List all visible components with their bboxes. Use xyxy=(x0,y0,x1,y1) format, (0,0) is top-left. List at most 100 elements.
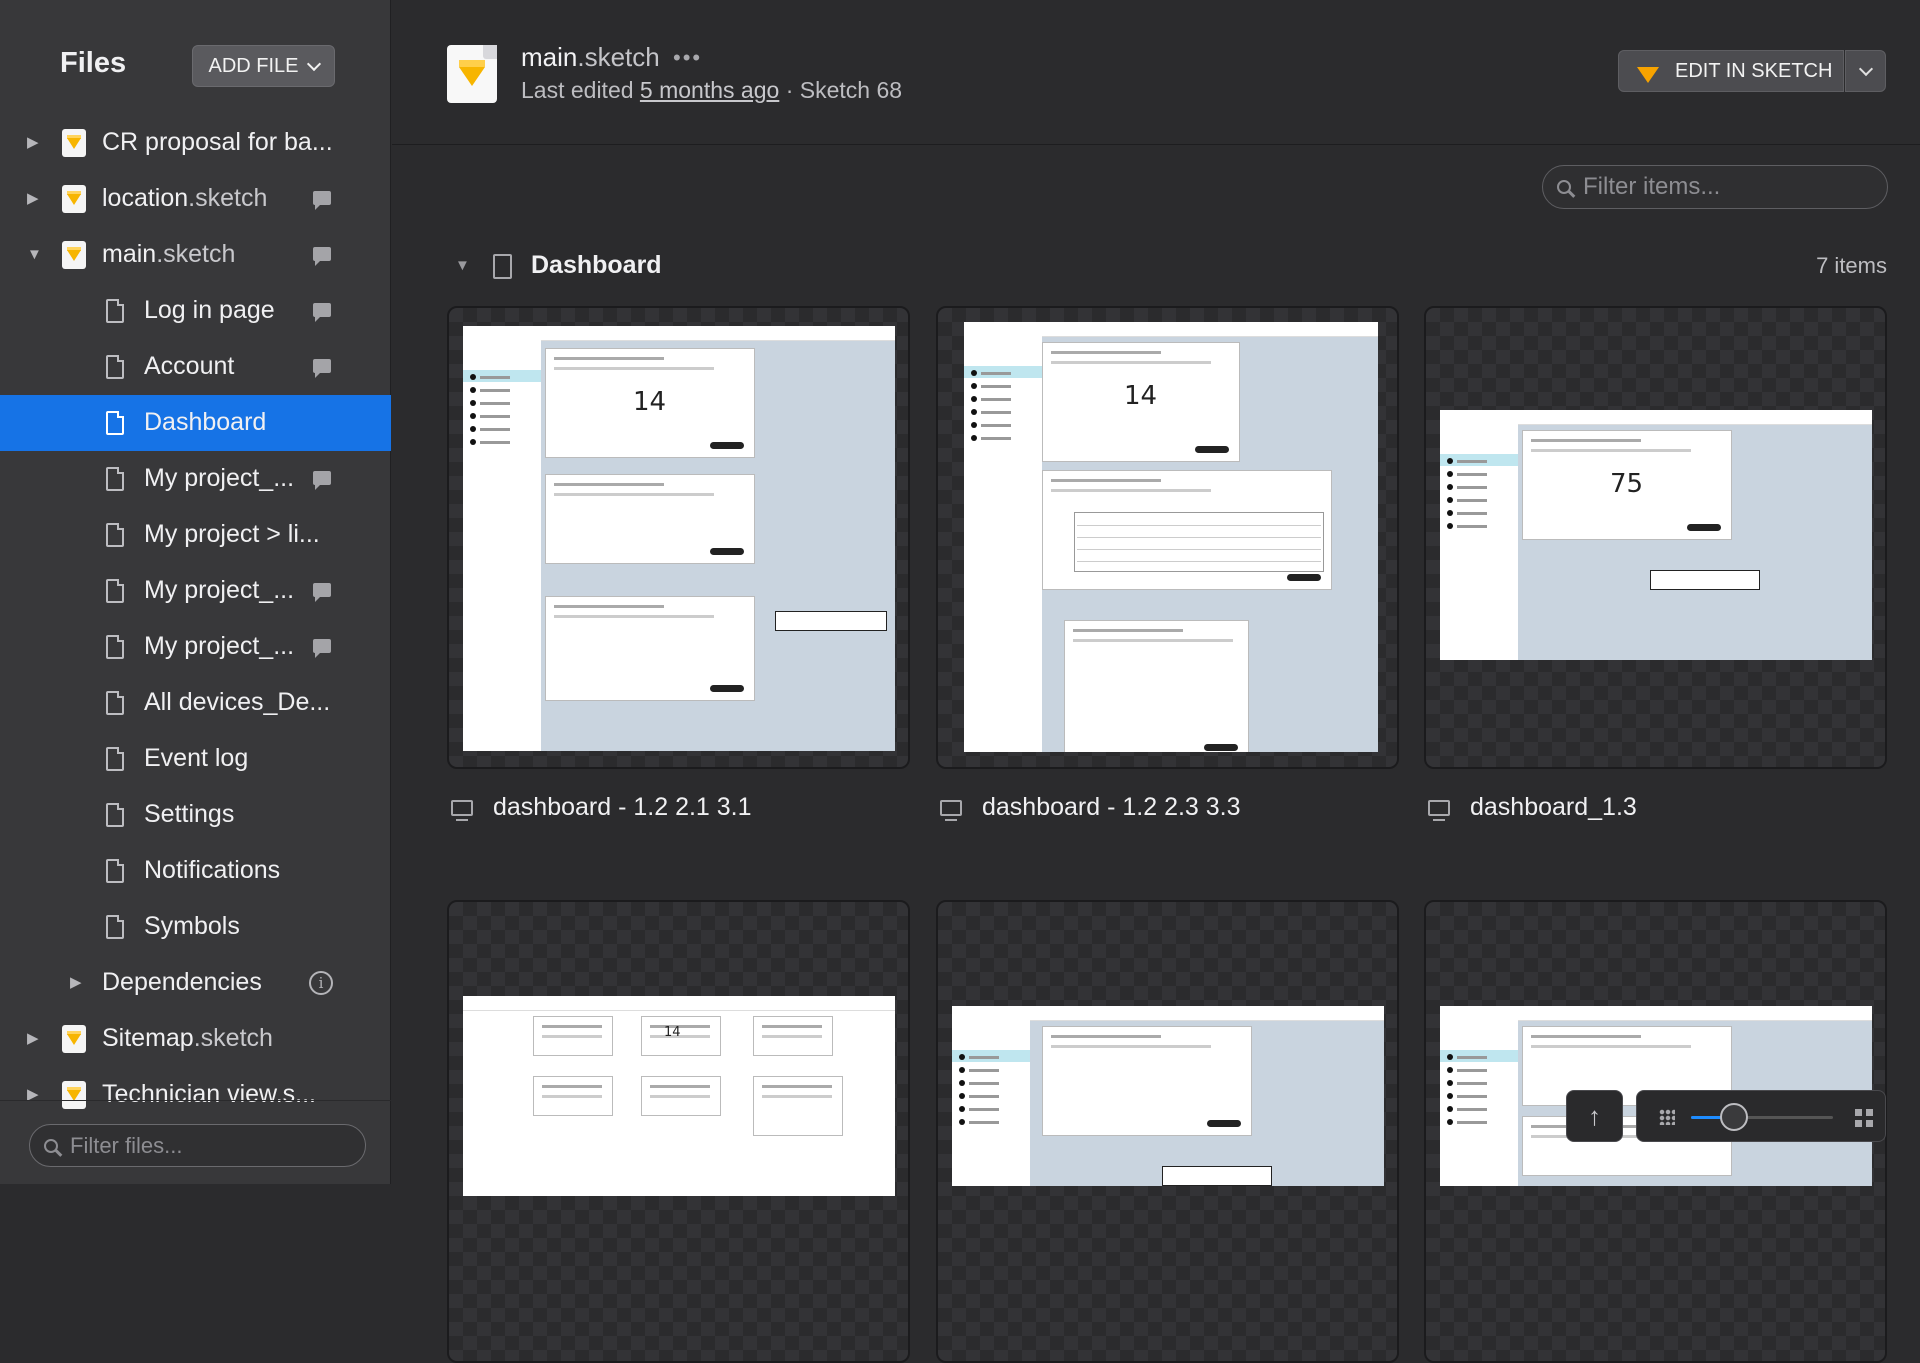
comment-icon[interactable] xyxy=(313,247,331,266)
sidebar-divider xyxy=(0,1100,391,1101)
item-name: Account xyxy=(144,352,235,380)
sidebar-item[interactable]: ▶ Dependencies i xyxy=(0,955,391,1011)
page-icon xyxy=(106,635,124,659)
search-icon xyxy=(44,1138,58,1153)
preview-topbar xyxy=(463,996,895,1011)
preview-topbar xyxy=(1440,1006,1872,1021)
preview-metric: 14 xyxy=(633,387,667,417)
sidebar-item[interactable]: Log in page xyxy=(0,283,391,339)
sidebar-item[interactable]: My project_... xyxy=(0,619,391,675)
caret-down-icon[interactable]: ▼ xyxy=(27,247,43,263)
filter-items-field[interactable] xyxy=(1542,165,1888,209)
document-ext: .sketch xyxy=(577,42,660,72)
preview-nav xyxy=(463,340,541,751)
edit-options-dropdown[interactable] xyxy=(1845,50,1886,92)
comment-icon[interactable] xyxy=(313,583,331,602)
filter-files-input[interactable] xyxy=(68,1131,322,1160)
item-name: My project_... xyxy=(144,632,295,660)
document-meta: Last edited 5 months ago · Sketch 68 xyxy=(521,77,902,104)
comment-icon[interactable] xyxy=(313,639,331,658)
item-name: Notifications xyxy=(144,856,281,884)
preview-topbar xyxy=(1440,410,1872,425)
sidebar-item-label: Symbols xyxy=(144,912,240,941)
sketch-version: Sketch 68 xyxy=(799,77,903,103)
preview-card: 14 xyxy=(1042,342,1240,462)
sidebar-item[interactable]: Symbols xyxy=(0,899,391,955)
caret-right-icon[interactable]: ▶ xyxy=(27,1031,43,1047)
artboard-thumbnail[interactable]: 14 xyxy=(447,900,910,1363)
item-name: My project_... xyxy=(144,464,295,492)
last-edited-link[interactable]: 5 months ago xyxy=(640,77,779,103)
sidebar-item-label: Technician view.s... xyxy=(102,1080,316,1109)
preview-metric: 14 xyxy=(664,1025,681,1040)
comment-icon[interactable] xyxy=(313,303,331,322)
sidebar-item[interactable]: Account xyxy=(0,339,391,395)
more-options-icon[interactable]: ••• xyxy=(673,45,702,71)
sidebar-item-label: Notifications xyxy=(144,856,280,885)
comment-icon[interactable] xyxy=(313,471,331,490)
sidebar-item-label: main.sketch xyxy=(102,240,235,269)
artboard-thumbnail[interactable]: 75 xyxy=(1424,306,1887,769)
edit-in-sketch-button[interactable]: EDIT IN SKETCH xyxy=(1618,50,1844,92)
comment-icon[interactable] xyxy=(313,359,331,378)
sidebar-item[interactable]: My project > li... xyxy=(0,507,391,563)
preview-card: 75 xyxy=(1522,430,1732,540)
small-grid-icon[interactable] xyxy=(1659,1109,1675,1125)
page-icon xyxy=(106,355,124,379)
item-name: Log in page xyxy=(144,296,275,324)
preview-topbar xyxy=(952,1006,1384,1021)
artboard-caption[interactable]: dashboard_1.3 xyxy=(1428,793,1637,822)
chevron-down-icon xyxy=(306,56,321,71)
item-name: Settings xyxy=(144,800,235,828)
sidebar-item[interactable]: Dashboard xyxy=(0,395,391,451)
item-name: location xyxy=(102,184,189,212)
sidebar-item[interactable]: ▶ CR proposal for ba... xyxy=(0,115,391,171)
arrow-up-icon: ↑ xyxy=(1588,1100,1601,1131)
document-title: main.sketch xyxy=(521,42,660,73)
artboard-name: dashboard_1.3 xyxy=(1470,793,1637,821)
artboard-name: dashboard - 1.2 2.3 3.3 xyxy=(982,793,1241,821)
sidebar-item[interactable]: Settings xyxy=(0,787,391,843)
sidebar-item[interactable]: ▶ Technician view.s... xyxy=(0,1067,391,1123)
item-name: Event log xyxy=(144,744,249,772)
add-file-button[interactable]: ADD FILE xyxy=(192,45,335,87)
preview-card: 14 xyxy=(641,1016,721,1056)
meta-separator: · xyxy=(785,77,794,103)
sidebar-item[interactable]: ▶ location.sketch xyxy=(0,171,391,227)
large-grid-icon[interactable] xyxy=(1855,1109,1873,1127)
header-divider xyxy=(392,144,1920,145)
add-file-label: ADD FILE xyxy=(208,54,299,77)
comment-icon[interactable] xyxy=(313,191,331,210)
sketch-file-icon xyxy=(62,1025,86,1053)
preview-nav xyxy=(952,1020,1030,1186)
caret-right-icon[interactable]: ▶ xyxy=(27,135,43,151)
sidebar-item-label: Event log xyxy=(144,744,248,773)
filter-files-field[interactable] xyxy=(29,1124,366,1167)
collapse-caret-icon[interactable]: ▼ xyxy=(455,257,470,274)
sidebar-item-label: CR proposal for ba... xyxy=(102,128,333,157)
sidebar-item[interactable]: Event log xyxy=(0,731,391,787)
info-icon[interactable]: i xyxy=(309,971,333,995)
artboard-thumbnail[interactable]: 14 xyxy=(936,306,1399,769)
artboard-preview xyxy=(952,1006,1384,1186)
sidebar-item[interactable]: Notifications xyxy=(0,843,391,899)
caret-right-icon[interactable]: ▶ xyxy=(27,191,43,207)
filter-items-input[interactable] xyxy=(1581,172,1835,202)
artboard-thumbnail[interactable] xyxy=(936,900,1399,1363)
artboard-caption[interactable]: dashboard - 1.2 2.3 3.3 xyxy=(940,793,1241,822)
zoom-slider-handle[interactable] xyxy=(1720,1103,1748,1131)
section-title: Dashboard xyxy=(531,251,662,279)
preview-metric: 75 xyxy=(1610,469,1644,499)
artboard-caption[interactable]: dashboard - 1.2 2.1 3.1 xyxy=(451,793,752,822)
sidebar-item[interactable]: My project_... xyxy=(0,451,391,507)
sidebar-item[interactable]: ▼ main.sketch xyxy=(0,227,391,283)
sidebar-item[interactable]: All devices_De... xyxy=(0,675,391,731)
scroll-to-top-button[interactable]: ↑ xyxy=(1566,1090,1623,1142)
sidebar-item-label: My project_... xyxy=(144,632,294,661)
sidebar-item[interactable]: ▶ Sitemap.sketch xyxy=(0,1011,391,1067)
preview-card xyxy=(1064,620,1249,752)
item-name: Symbols xyxy=(144,912,240,940)
sidebar-item[interactable]: My project_... xyxy=(0,563,391,619)
artboard-thumbnail[interactable]: 14 xyxy=(447,306,910,769)
caret-right-icon[interactable]: ▶ xyxy=(70,975,86,991)
